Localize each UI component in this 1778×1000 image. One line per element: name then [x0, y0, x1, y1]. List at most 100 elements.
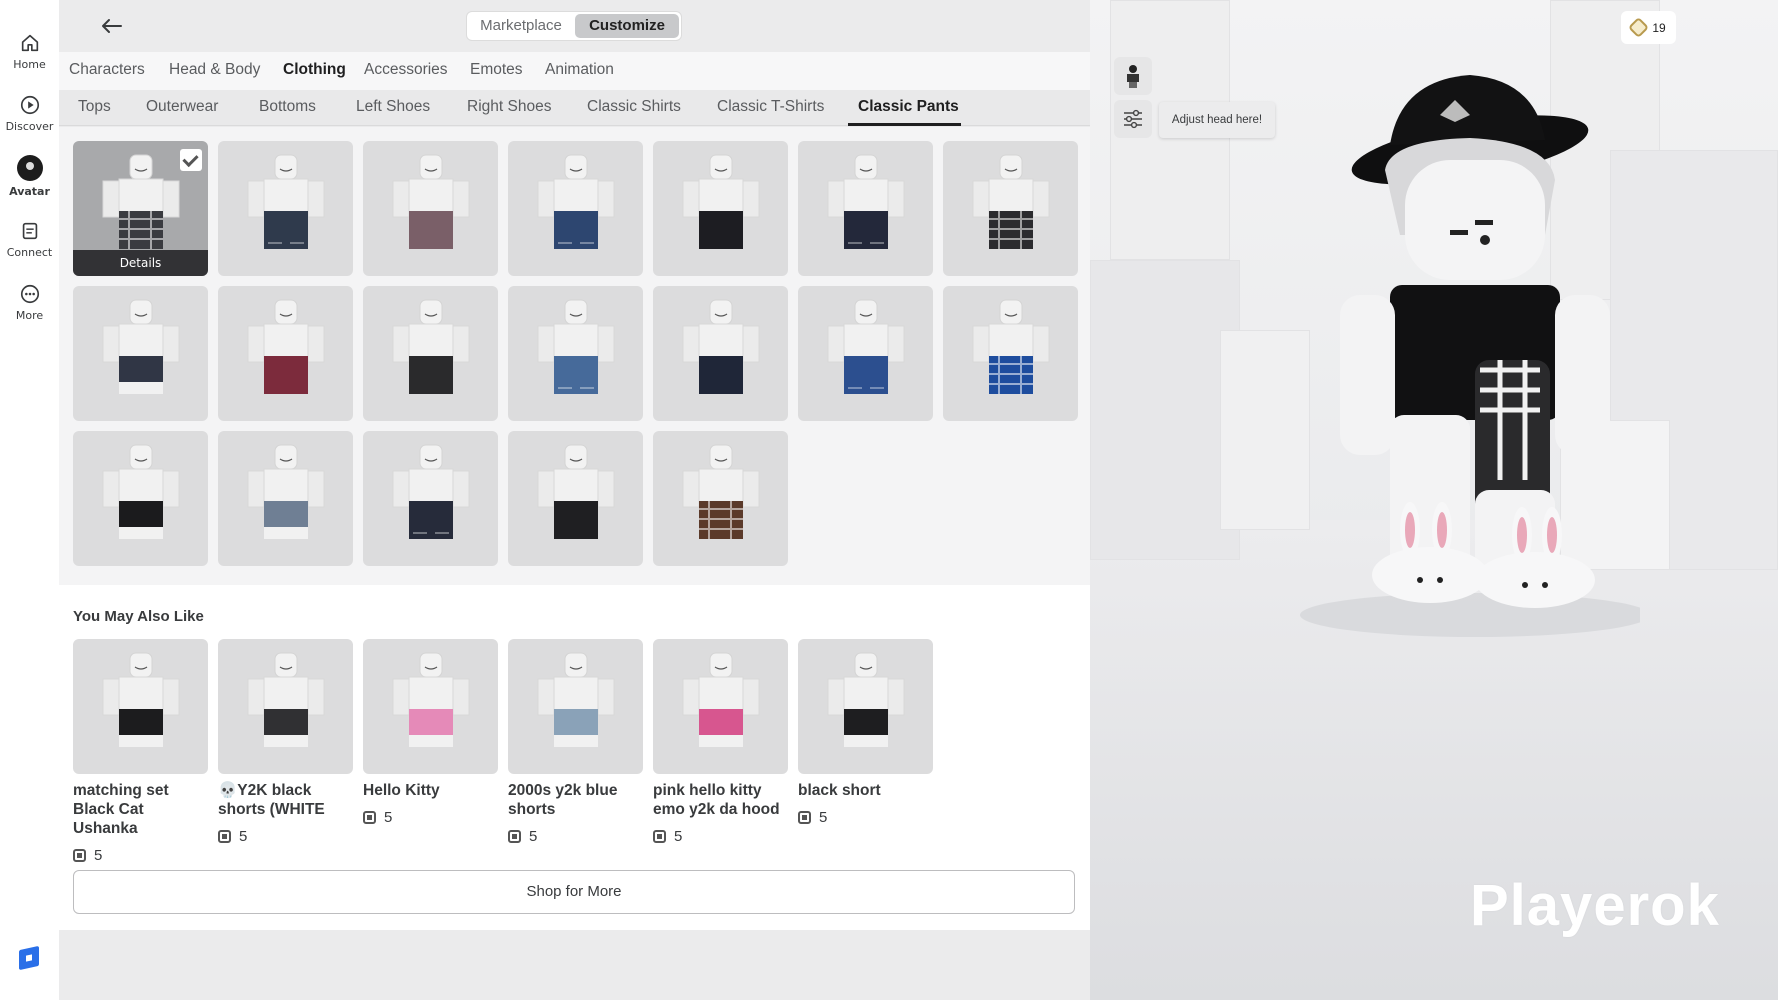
play-icon: [20, 95, 39, 115]
category-tabs: Characters Head & Body Clothing Accessor…: [59, 52, 1090, 90]
shop-for-more-button[interactable]: Shop for More: [73, 870, 1075, 914]
item-thumbnail: [247, 299, 325, 394]
inventory-item[interactable]: [363, 431, 498, 566]
price-value: 5: [529, 828, 538, 845]
item-thumbnail: [682, 154, 760, 249]
item-price: 5: [363, 809, 498, 826]
inventory-item[interactable]: [653, 431, 788, 566]
recommendation-card[interactable]: pink hello kitty emo y2k da hood 5: [653, 639, 788, 845]
recommendation-card[interactable]: matching set Black Cat Ushanka 5: [73, 639, 208, 864]
sidebar-item-more[interactable]: More: [0, 283, 59, 322]
tab-characters[interactable]: Characters: [69, 61, 145, 79]
tab-head-body[interactable]: Head & Body: [169, 61, 260, 79]
marketplace-tab[interactable]: Marketplace: [469, 14, 573, 38]
recommendation-card[interactable]: 💀Y2K black shorts (WHITE 5: [218, 639, 353, 845]
sliders-icon: [1124, 109, 1142, 129]
recommendation-thumbnail[interactable]: [798, 639, 933, 774]
subcategory-tabs: Tops Outerwear Bottoms Left Shoes Right …: [59, 90, 1090, 126]
tab-emotes[interactable]: Emotes: [470, 61, 523, 79]
item-thumbnail: [102, 652, 180, 747]
item-name[interactable]: pink hello kitty emo y2k da hood: [653, 781, 788, 819]
tab-outerwear[interactable]: Outerwear: [146, 98, 218, 116]
inventory-item[interactable]: [363, 286, 498, 421]
inventory-item[interactable]: [218, 431, 353, 566]
item-thumbnail: [102, 444, 180, 539]
item-thumbnail: [392, 299, 470, 394]
inventory-item[interactable]: [73, 431, 208, 566]
robux-icon: [798, 811, 811, 824]
tab-tops[interactable]: Tops: [78, 98, 111, 116]
tab-right-shoes[interactable]: Right Shoes: [467, 98, 551, 116]
inventory-grid: Details: [59, 127, 1090, 585]
recommendation-card[interactable]: black short 5: [798, 639, 933, 826]
item-thumbnail: [682, 444, 760, 539]
avatar-thumbnail-button[interactable]: [1114, 57, 1152, 95]
robux-icon: [73, 849, 86, 862]
item-thumbnail: [682, 299, 760, 394]
item-thumbnail: [972, 299, 1050, 394]
inventory-item[interactable]: [508, 431, 643, 566]
robux-icon: [363, 811, 376, 824]
item-name[interactable]: Hello Kitty: [363, 781, 498, 800]
home-icon: [21, 34, 38, 52]
avatar-figure-icon: [1127, 65, 1139, 88]
recommendation-card[interactable]: Hello Kitty 5: [363, 639, 498, 826]
inventory-item[interactable]: [798, 141, 933, 276]
recommendation-thumbnail[interactable]: [363, 639, 498, 774]
avatar-preview-scene[interactable]: [1090, 0, 1778, 1000]
sidebar-item-label: Connect: [6, 246, 53, 259]
tab-animation[interactable]: Animation: [545, 61, 614, 79]
price-value: 5: [819, 809, 828, 826]
inventory-item[interactable]: [363, 141, 498, 276]
inventory-item[interactable]: [508, 286, 643, 421]
sidebar-item-label: Home: [13, 58, 46, 71]
robux-balance[interactable]: 19: [1621, 11, 1676, 44]
price-value: 5: [239, 828, 248, 845]
customize-tab[interactable]: Customize: [575, 14, 679, 38]
recommendation-thumbnail[interactable]: [653, 639, 788, 774]
tab-classic-shirts[interactable]: Classic Shirts: [587, 98, 681, 116]
adjust-head-button[interactable]: [1114, 100, 1152, 138]
watermark: Playerok: [1470, 873, 1720, 938]
sidebar-item-label: Discover: [5, 120, 54, 133]
inventory-item[interactable]: Details: [73, 141, 208, 276]
tab-classic-t-shirts[interactable]: Classic T-Shirts: [717, 98, 824, 116]
sidebar-item-connect[interactable]: Connect: [0, 220, 59, 259]
inventory-item[interactable]: [943, 141, 1078, 276]
robux-icon: [218, 830, 231, 843]
tab-classic-pants[interactable]: Classic Pants: [858, 98, 959, 116]
inventory-item[interactable]: [218, 286, 353, 421]
sidebar-item-avatar[interactable]: Avatar: [0, 155, 59, 198]
sidebar-item-home[interactable]: Home: [0, 32, 59, 71]
item-price: 5: [798, 809, 933, 826]
sidebar-item-label: More: [15, 309, 44, 322]
robux-icon: [508, 830, 521, 843]
recommendations-section: You May Also Like matching set Black Cat…: [59, 585, 1090, 930]
item-name[interactable]: matching set Black Cat Ushanka: [73, 781, 208, 838]
tab-accessories[interactable]: Accessories: [364, 61, 448, 79]
recommendation-thumbnail[interactable]: [508, 639, 643, 774]
tab-left-shoes[interactable]: Left Shoes: [356, 98, 430, 116]
inventory-item[interactable]: [798, 286, 933, 421]
tab-bottoms[interactable]: Bottoms: [259, 98, 316, 116]
inventory-item[interactable]: [508, 141, 643, 276]
robux-balance-value: 19: [1652, 20, 1666, 35]
item-thumbnail: [682, 652, 760, 747]
sidebar-item-discover[interactable]: Discover: [0, 94, 59, 133]
inventory-item[interactable]: [943, 286, 1078, 421]
recommendation-thumbnail[interactable]: [73, 639, 208, 774]
inventory-item[interactable]: [218, 141, 353, 276]
back-button[interactable]: [94, 10, 130, 42]
inventory-item[interactable]: [653, 141, 788, 276]
recommendation-thumbnail[interactable]: [218, 639, 353, 774]
roblox-logo-icon[interactable]: [19, 945, 39, 971]
item-name[interactable]: 💀Y2K black shorts (WHITE: [218, 781, 353, 819]
item-name[interactable]: black short: [798, 781, 933, 800]
details-button[interactable]: Details: [73, 250, 208, 276]
recommendation-card[interactable]: 2000s y2k blue shorts 5: [508, 639, 643, 845]
item-name[interactable]: 2000s y2k blue shorts: [508, 781, 643, 819]
inventory-item[interactable]: [653, 286, 788, 421]
item-thumbnail: [392, 652, 470, 747]
tab-clothing[interactable]: Clothing: [283, 61, 346, 79]
inventory-item[interactable]: [73, 286, 208, 421]
